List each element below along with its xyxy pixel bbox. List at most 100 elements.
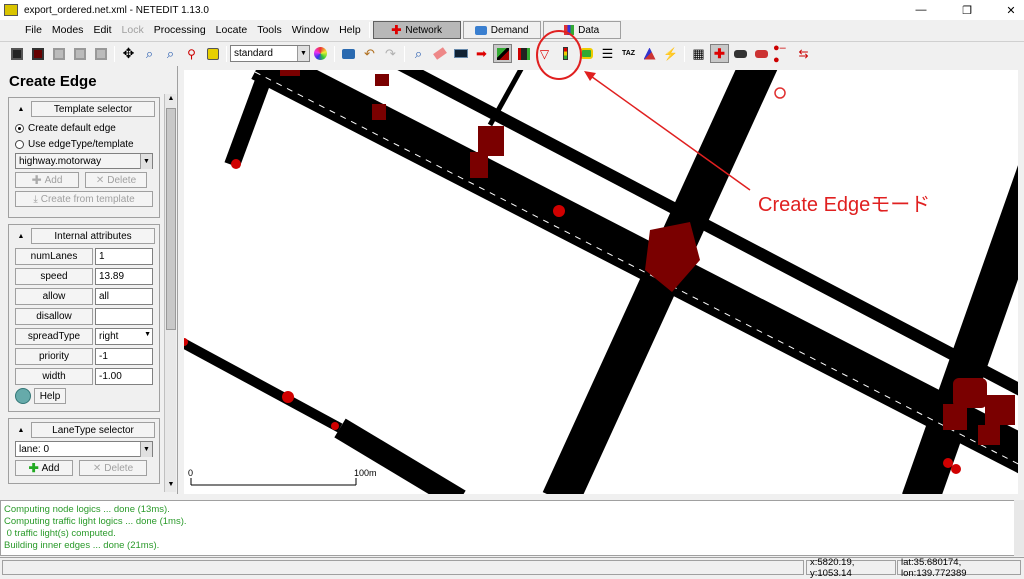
spreadtype-select[interactable]: right ▼ bbox=[95, 327, 153, 345]
menu-help[interactable]: Help bbox=[334, 24, 366, 36]
bidi-edges-icon[interactable]: ⇆ bbox=[794, 44, 813, 63]
scroll-thumb[interactable] bbox=[166, 108, 176, 330]
road-upper-left[interactable] bbox=[224, 70, 276, 168]
lane-select[interactable]: lane: 0 ▼ bbox=[15, 441, 153, 457]
color-scheme-select[interactable]: standard ▼ bbox=[230, 45, 310, 62]
junction-shape-toggle-icon[interactable]: ✚ bbox=[710, 44, 729, 63]
edge-type-select[interactable]: highway.motorway ▼ bbox=[15, 153, 153, 169]
create-from-template-button[interactable]: ⤓ Create from template bbox=[15, 191, 153, 207]
radio-button[interactable] bbox=[15, 139, 24, 149]
radio-button[interactable] bbox=[15, 123, 24, 133]
menu-edit[interactable]: Edit bbox=[88, 24, 116, 36]
menu-lock[interactable]: Lock bbox=[117, 24, 149, 36]
minimize-button[interactable]: — bbox=[906, 0, 936, 20]
junction-right-b[interactable] bbox=[985, 395, 1015, 425]
locate-additional-icon[interactable] bbox=[203, 44, 222, 63]
locate-tls-icon[interactable]: ⚲ bbox=[182, 44, 201, 63]
close-button[interactable]: ✕ bbox=[996, 0, 1024, 20]
grid-toggle-icon[interactable]: ▦ bbox=[689, 44, 708, 63]
junction-upper-b[interactable] bbox=[470, 152, 488, 178]
delete-type-button[interactable]: ✕ Delete bbox=[85, 172, 147, 188]
allow-input[interactable]: all bbox=[95, 287, 153, 305]
move-mode-icon[interactable]: ➡ bbox=[472, 44, 491, 63]
merge-junctions-icon[interactable]: ●–● bbox=[773, 42, 792, 66]
select-mode-icon[interactable] bbox=[451, 44, 470, 63]
speed-input[interactable]: 13.89 bbox=[95, 267, 153, 285]
numlanes-input[interactable]: 1 bbox=[95, 247, 153, 265]
node-point[interactable] bbox=[951, 464, 961, 474]
scroll-down-arrow-icon[interactable]: ▼ bbox=[166, 481, 176, 491]
additional-mode-icon[interactable] bbox=[577, 44, 596, 63]
priority-input[interactable]: -1 bbox=[95, 347, 153, 365]
undo-icon[interactable]: ↶ bbox=[360, 44, 379, 63]
network-map[interactable]: 0 100m bbox=[184, 70, 1018, 494]
open-network-icon[interactable] bbox=[28, 44, 47, 63]
supermode-demand-button[interactable]: Demand bbox=[462, 21, 541, 39]
redo-icon[interactable]: ↷ bbox=[381, 44, 400, 63]
node-point[interactable] bbox=[943, 458, 953, 468]
internal-attributes-header[interactable]: ▲ Internal attributes bbox=[18, 228, 155, 244]
spread-vehicles-icon[interactable] bbox=[752, 44, 771, 63]
crossing-mode-icon[interactable]: ☰ bbox=[598, 44, 617, 63]
menu-processing[interactable]: Processing bbox=[149, 24, 211, 36]
supermode-data-button[interactable]: Data bbox=[542, 21, 621, 39]
side-panel-scrollbar[interactable]: ▲ ▼ bbox=[164, 94, 176, 492]
road-upper-diagonal[interactable] bbox=[395, 70, 1018, 396]
menu-window[interactable]: Window bbox=[287, 24, 334, 36]
locate-junction-icon[interactable]: ⌕ bbox=[140, 44, 159, 63]
menu-modes[interactable]: Modes bbox=[47, 24, 89, 36]
reload-icon[interactable] bbox=[91, 44, 110, 63]
menu-tools[interactable]: Tools bbox=[252, 24, 287, 36]
locate-edge-icon[interactable]: ⌕ bbox=[161, 44, 180, 63]
supermode-network-button[interactable]: ✚ Network bbox=[372, 21, 461, 39]
collapse-triangle-icon[interactable]: ▲ bbox=[14, 102, 28, 116]
save-network-icon[interactable] bbox=[49, 44, 68, 63]
recenter-view-icon[interactable]: ✥ bbox=[119, 44, 138, 63]
allow-button[interactable]: allow bbox=[15, 287, 93, 305]
collapse-triangle-icon[interactable]: ▲ bbox=[14, 229, 28, 243]
radio-edge-type[interactable]: Use edgeType/template bbox=[15, 136, 159, 152]
delete-lane-button[interactable]: ✕ Delete bbox=[79, 460, 147, 476]
prohibition-mode-icon[interactable]: ▽ bbox=[535, 44, 554, 63]
scroll-up-arrow-icon[interactable]: ▲ bbox=[166, 95, 176, 105]
log-scrollbar[interactable] bbox=[1014, 500, 1024, 556]
delete-mode-eraser-icon[interactable] bbox=[430, 44, 449, 63]
template-selector-header[interactable]: ▲ Template selector bbox=[18, 101, 155, 117]
junction-upper[interactable] bbox=[478, 126, 504, 156]
add-type-button[interactable]: ✚ Add bbox=[15, 172, 79, 188]
taz-mode-icon[interactable]: TAZ bbox=[619, 44, 638, 63]
road-main-diagonal[interactable] bbox=[251, 70, 1018, 474]
junction-left[interactable] bbox=[372, 104, 386, 120]
menu-file[interactable]: File bbox=[20, 24, 47, 36]
junction-right-d[interactable] bbox=[978, 425, 1000, 445]
road-lower-left[interactable] bbox=[184, 338, 343, 433]
node-point[interactable] bbox=[331, 422, 339, 430]
network-view[interactable]: 0 100m bbox=[184, 70, 1018, 494]
screenshot-camera-icon[interactable] bbox=[339, 44, 358, 63]
junction-top-left[interactable] bbox=[280, 70, 300, 76]
junction-top[interactable] bbox=[375, 74, 389, 86]
width-input[interactable]: -1.00 bbox=[95, 367, 153, 385]
collapse-triangle-icon[interactable]: ▲ bbox=[14, 423, 28, 437]
add-lane-button[interactable]: ✚ Add bbox=[15, 460, 73, 476]
disallow-input[interactable] bbox=[95, 307, 153, 325]
shape-mode-icon[interactable] bbox=[640, 44, 659, 63]
node-point[interactable] bbox=[231, 159, 241, 169]
road-lower-left-ext[interactable] bbox=[334, 418, 466, 494]
create-edge-mode-icon[interactable] bbox=[493, 44, 512, 63]
vehicle-toggle-icon[interactable] bbox=[731, 44, 750, 63]
junction-right-c[interactable] bbox=[943, 404, 967, 430]
new-network-icon[interactable] bbox=[7, 44, 26, 63]
junction-right[interactable] bbox=[953, 378, 987, 408]
wire-mode-icon[interactable]: ⚡ bbox=[661, 44, 680, 63]
maximize-button[interactable]: ❐ bbox=[952, 0, 982, 20]
disallow-button[interactable]: disallow bbox=[15, 307, 93, 325]
save-as-icon[interactable] bbox=[70, 44, 89, 63]
connection-mode-icon[interactable] bbox=[514, 44, 533, 63]
help-button[interactable]: Help bbox=[34, 388, 66, 404]
traffic-light-mode-icon[interactable] bbox=[556, 44, 575, 63]
node-point[interactable] bbox=[282, 391, 294, 403]
lanetype-selector-header[interactable]: ▲ LaneType selector bbox=[18, 422, 155, 438]
edit-coloring-icon[interactable] bbox=[311, 44, 330, 63]
node-point[interactable] bbox=[553, 205, 565, 217]
